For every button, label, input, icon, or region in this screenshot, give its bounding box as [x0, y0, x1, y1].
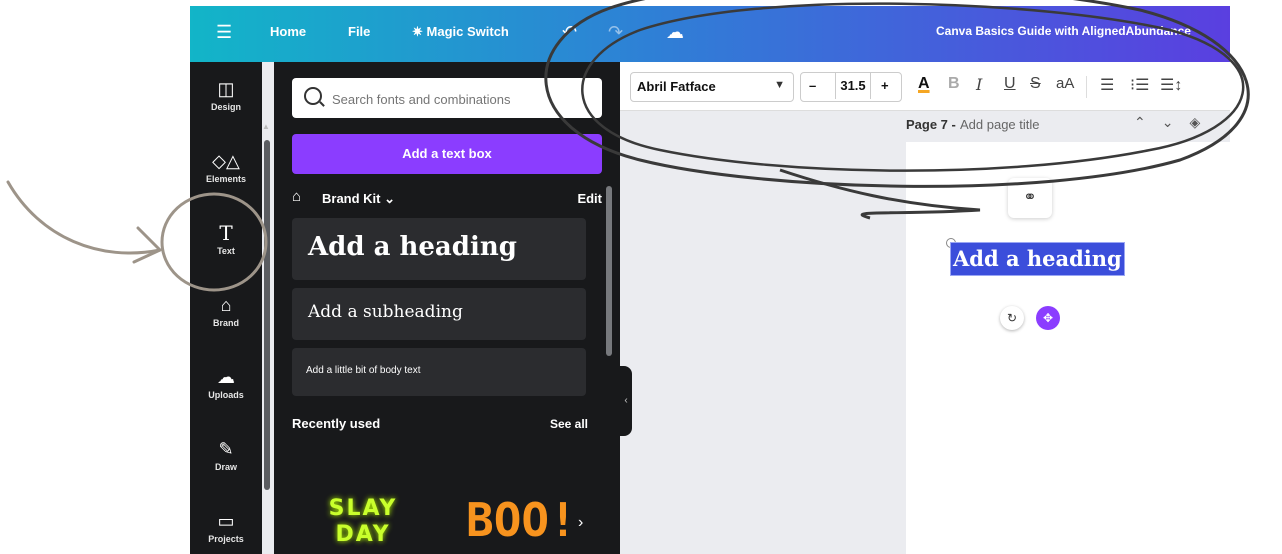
- search-icon: [304, 87, 322, 105]
- rail-item-design[interactable]: ◫ Design: [190, 72, 262, 132]
- uploads-icon: ☁: [217, 367, 235, 387]
- font-search-input[interactable]: [330, 86, 594, 112]
- page-controls: ⌃⌄◈: [1134, 114, 1216, 131]
- chevron-left-icon: ‹: [624, 395, 628, 406]
- brand-icon: ⌂: [220, 295, 232, 315]
- italic-button[interactable]: I: [976, 75, 982, 94]
- rail-label: Text: [217, 246, 235, 256]
- brand-kit-edit-link[interactable]: Edit: [577, 191, 602, 206]
- font-size-increase-button[interactable]: +: [881, 78, 889, 93]
- rotate-icon[interactable]: ↻: [1000, 306, 1024, 330]
- chevron-up-icon[interactable]: ⌃: [1134, 114, 1162, 130]
- brand-kit-row: ⌂ Brand Kit ⌄ Edit: [292, 188, 602, 210]
- annotation-arrowhead: [132, 226, 162, 264]
- home-button[interactable]: Home: [270, 24, 306, 39]
- text-panel: Add a text box ⌂ Brand Kit ⌄ Edit Add a …: [274, 62, 620, 554]
- redo-icon[interactable]: ↷: [608, 20, 623, 44]
- font-size-decrease-button[interactable]: –: [809, 78, 816, 93]
- bold-button[interactable]: B: [948, 75, 960, 93]
- brand-kit-label: Brand Kit: [322, 191, 381, 206]
- link-icon[interactable]: ⚭: [1008, 178, 1052, 218]
- move-icon[interactable]: ✥: [1036, 306, 1060, 330]
- brand-kit-icon: ⌂: [292, 188, 302, 205]
- hide-page-icon[interactable]: ◈: [1189, 114, 1216, 130]
- see-all-link[interactable]: See all: [550, 417, 588, 431]
- selected-heading-text[interactable]: Add a heading: [950, 242, 1125, 276]
- panel-scrollbar[interactable]: [606, 186, 612, 356]
- add-heading-button[interactable]: Add a heading: [292, 218, 586, 280]
- elements-icon: ◇△: [212, 151, 240, 171]
- add-body-text-button[interactable]: Add a little bit of body text: [292, 348, 586, 396]
- text-toolbar: Abril Fatface ▼ – 31.5 + A B I U S aA ☰ …: [620, 62, 1230, 111]
- add-subheading-button[interactable]: Add a subheading: [292, 288, 586, 340]
- magic-switch-button[interactable]: ✷ Magic Switch: [412, 24, 509, 40]
- underline-button[interactable]: U: [1004, 75, 1016, 93]
- canva-editor-window: ☰ Home File ✷ Magic Switch ↶ ↷ ☁ Canva B…: [190, 6, 1230, 554]
- rail-scrollbar[interactable]: [264, 140, 270, 490]
- magic-switch-label: Magic Switch: [426, 24, 509, 39]
- draw-icon: ✎: [218, 439, 234, 459]
- chevron-down-icon: ▼: [774, 79, 785, 91]
- align-center-icon[interactable]: ☰: [1100, 75, 1114, 95]
- add-body-text-label: Add a little bit of body text: [306, 365, 421, 376]
- strikethrough-button[interactable]: S: [1030, 75, 1041, 93]
- folder-icon: ▭: [217, 511, 235, 531]
- line-spacing-icon[interactable]: ☰↕: [1160, 75, 1182, 95]
- rail-label: Elements: [205, 174, 247, 184]
- recently-used-header: Recently used See all: [292, 416, 588, 431]
- chevron-down-icon[interactable]: ⌄: [1162, 114, 1190, 130]
- rail-item-brand[interactable]: ⌂ Brand: [190, 288, 262, 348]
- font-family-select[interactable]: Abril Fatface ▼: [630, 72, 794, 102]
- side-rail: ◫ Design ◇△ Elements T Text ⌂ Brand ☁ Up…: [190, 62, 270, 554]
- recent-template-slay-day[interactable]: SLAY DAY: [318, 496, 408, 548]
- font-family-value: Abril Fatface: [637, 79, 716, 94]
- document-title[interactable]: Canva Basics Guide with AlignedAbundance: [936, 24, 1191, 38]
- collapse-panel-handle[interactable]: ‹: [620, 366, 632, 436]
- text-icon: T: [219, 221, 233, 245]
- scroll-up-arrow-icon[interactable]: ▲: [262, 122, 270, 131]
- design-icon: ◫: [217, 79, 235, 99]
- rail-item-elements[interactable]: ◇△ Elements: [190, 144, 262, 204]
- page-number: Page 7 -: [906, 117, 956, 132]
- chevron-right-icon[interactable]: ›: [578, 514, 583, 532]
- recent-template-boo[interactable]: BOO!: [466, 492, 577, 548]
- recently-used-title: Recently used: [292, 416, 381, 431]
- rail-item-projects[interactable]: ▭ Projects: [190, 504, 262, 554]
- rail-label: Brand: [212, 318, 239, 328]
- file-menu[interactable]: File: [348, 24, 370, 39]
- font-size-input[interactable]: 31.5: [835, 73, 871, 99]
- toolbar-divider: [1086, 76, 1087, 98]
- chevron-down-icon: ⌄: [384, 191, 396, 206]
- cloud-saved-icon[interactable]: ☁: [666, 20, 684, 44]
- rail-label: Uploads: [208, 390, 244, 400]
- bullet-list-icon[interactable]: ⁝☰: [1130, 75, 1149, 95]
- letter-case-button[interactable]: aA: [1056, 75, 1074, 92]
- top-bar: ☰ Home File ✷ Magic Switch ↶ ↷ ☁ Canva B…: [190, 6, 1230, 62]
- page-header: Page 7 - Add page title ⌃⌄◈: [906, 114, 1230, 138]
- brand-kit-dropdown[interactable]: Brand Kit ⌄: [322, 191, 395, 207]
- rail-item-draw[interactable]: ✎ Draw: [190, 432, 262, 492]
- add-heading-label: Add a heading: [308, 232, 517, 262]
- font-size-stepper: – 31.5 +: [800, 72, 902, 102]
- text-color-button[interactable]: A: [918, 75, 930, 93]
- design-page[interactable]: ⚭ Add a heading ↻ ✥: [906, 142, 1230, 554]
- annotation-arrow: [6, 180, 162, 255]
- page-title-input[interactable]: Add page title: [960, 117, 1040, 132]
- sparkle-icon: ✷: [412, 24, 427, 39]
- add-subheading-label: Add a subheading: [308, 302, 463, 322]
- rail-label: Draw: [214, 462, 237, 472]
- font-search-box[interactable]: [292, 78, 602, 118]
- rail-label: Projects: [208, 534, 244, 544]
- menu-icon[interactable]: ☰: [216, 20, 232, 44]
- add-text-box-button[interactable]: Add a text box: [292, 134, 602, 174]
- rail-label: Design: [210, 102, 241, 112]
- rail-item-text[interactable]: T Text: [190, 216, 262, 276]
- rail-item-uploads[interactable]: ☁ Uploads: [190, 360, 262, 420]
- undo-icon[interactable]: ↶: [562, 20, 577, 44]
